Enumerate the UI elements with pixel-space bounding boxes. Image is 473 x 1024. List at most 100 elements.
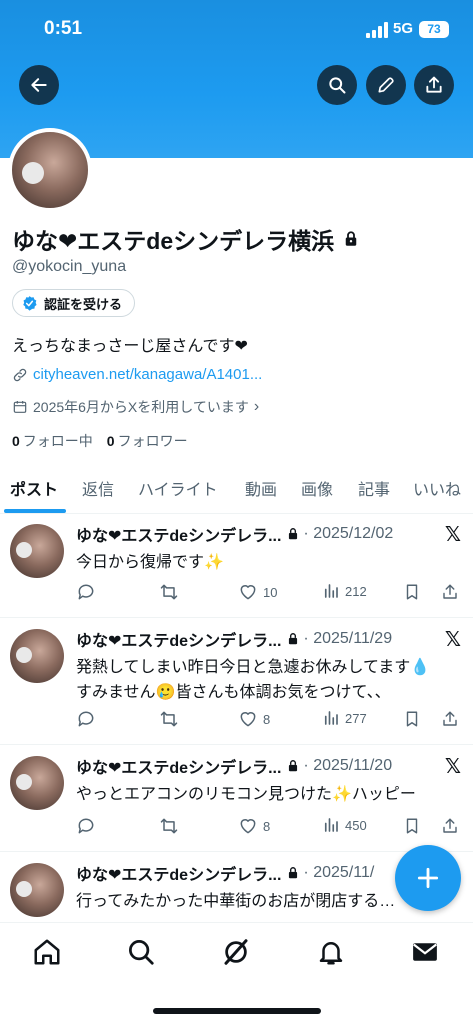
profile-link-text[interactable]: cityheaven.net/kanagawa/A1401... (33, 366, 262, 383)
repost-icon (160, 584, 178, 600)
post-avatar[interactable] (10, 629, 64, 683)
profile-name-row: ゆな❤エステdeシンデレラ横浜 (12, 222, 360, 256)
bookmark-button[interactable] (403, 816, 421, 836)
verified-badge-icon (23, 295, 37, 311)
tab-posts[interactable]: ポスト (10, 476, 58, 500)
bookmark-button[interactable] (403, 582, 421, 602)
home-indicator (153, 1008, 321, 1014)
reply-button[interactable] (76, 582, 96, 602)
like-button[interactable]: 8 (238, 709, 270, 729)
views-count: 450 (345, 817, 367, 833)
share-profile-button[interactable] (414, 65, 454, 105)
bookmark-button[interactable] (403, 709, 421, 729)
reply-button[interactable] (76, 709, 96, 729)
like-button[interactable]: 10 (238, 582, 277, 602)
post-share-button[interactable] (441, 709, 459, 729)
views-button[interactable]: 277 (322, 709, 367, 727)
grok-icon (224, 939, 248, 965)
tab-articles[interactable]: 記事 (358, 476, 390, 500)
post-avatar[interactable] (10, 524, 64, 578)
post-date: · 2025/11/20 (303, 757, 393, 774)
post-date: · 2025/12/02 (303, 525, 394, 542)
search-button[interactable] (317, 65, 357, 105)
profile-avatar[interactable] (8, 128, 92, 212)
share-icon (443, 584, 457, 599)
post-author[interactable]: ゆな❤エステdeシンデレラ... (76, 627, 281, 651)
profile-link[interactable]: cityheaven.net/kanagawa/A1401... (12, 366, 262, 383)
lock-icon (289, 633, 298, 645)
x-logo-icon: 𝕏 (444, 756, 461, 778)
reply-icon (78, 711, 94, 727)
share-icon (426, 76, 442, 93)
repost-button[interactable] (158, 709, 180, 729)
calendar-icon (13, 401, 27, 413)
repost-icon (160, 711, 178, 727)
x-logo-icon: 𝕏 (444, 524, 461, 546)
share-icon (443, 711, 457, 726)
post-author[interactable]: ゆな❤エステdeシンデレラ... (76, 861, 281, 885)
plus-icon (417, 867, 439, 889)
bookmark-icon (406, 584, 418, 600)
like-count: 8 (263, 818, 271, 834)
views-button[interactable]: 212 (322, 582, 367, 600)
views-button[interactable]: 450 (322, 816, 367, 834)
tab-indicator (4, 509, 66, 513)
reply-icon (78, 584, 94, 600)
tab-images[interactable]: 画像 (301, 476, 333, 500)
post-actions: 10 212 (76, 582, 466, 606)
tab-replies[interactable]: 返信 (82, 476, 114, 500)
post-date: · 2025/11/29 (303, 630, 393, 647)
heart-icon (240, 712, 256, 727)
nav-search[interactable] (126, 937, 156, 967)
get-verified-button[interactable]: 認証を受ける (12, 289, 136, 317)
tab-highlights[interactable]: ハイライト (138, 476, 218, 500)
post-share-button[interactable] (441, 816, 459, 836)
post-share-button[interactable] (441, 582, 459, 602)
views-count: 212 (345, 583, 367, 599)
compose-button[interactable] (395, 845, 461, 911)
lock-icon (289, 528, 298, 540)
back-button[interactable] (19, 65, 59, 105)
reply-icon (78, 818, 94, 834)
like-button[interactable]: 8 (238, 816, 270, 836)
followers-label: フォロワー (117, 433, 188, 449)
post-author[interactable]: ゆな❤エステdeシンデレラ... (76, 522, 281, 546)
follow-stats: 0 フォロー中 0 フォロワー (12, 431, 188, 451)
home-icon (34, 939, 60, 965)
post-text: 今日から復帰です✨ (76, 550, 461, 575)
post-item[interactable]: ゆな❤エステdeシンデレラ... · 2025/11/29 𝕏 発熱してしまい昨… (0, 619, 473, 745)
nav-notifications[interactable] (316, 937, 346, 967)
nav-grok[interactable] (221, 937, 251, 967)
reply-button[interactable] (76, 816, 96, 836)
profile-joined[interactable]: 2025年6月からXを利用しています › (12, 397, 259, 417)
edit-button[interactable] (366, 65, 406, 105)
nav-home[interactable] (32, 937, 62, 967)
repost-button[interactable] (158, 816, 180, 836)
post-item[interactable]: ゆな❤エステdeシンデレラ... · 2025/12/02 𝕏 今日から復帰です… (0, 514, 473, 618)
following-link[interactable]: 0 フォロー中 (12, 431, 93, 451)
like-count: 8 (263, 711, 271, 727)
post-text-line: 発熱してしまい昨日今日と急遽お休みしてます💧 (76, 659, 431, 676)
arrow-left-icon (31, 78, 47, 92)
mail-icon (413, 943, 437, 961)
post-text-line: 今日から復帰です✨ (76, 554, 224, 571)
profile-tabs: ポスト 返信 ハイライト 動画 画像 記事 いいね (0, 470, 473, 514)
post-avatar[interactable] (10, 756, 64, 810)
views-icon (324, 711, 338, 725)
post-author[interactable]: ゆな❤エステdeシンデレラ... (76, 754, 281, 778)
views-icon (324, 584, 338, 598)
network-label: 5G (393, 20, 414, 37)
x-logo-icon: 𝕏 (444, 629, 461, 651)
followers-link[interactable]: 0 フォロワー (107, 431, 188, 451)
post-header: ゆな❤エステdeシンデレラ... · 2025/11/20 (76, 754, 436, 778)
nav-messages[interactable] (410, 937, 440, 967)
tab-videos[interactable]: 動画 (245, 476, 277, 500)
views-icon (324, 818, 338, 832)
tab-likes[interactable]: いいね (413, 476, 461, 500)
post-actions: 8 450 (76, 816, 466, 840)
repost-button[interactable] (158, 582, 180, 602)
bookmark-icon (406, 711, 418, 727)
post-item[interactable]: ゆな❤エステdeシンデレラ... · 2025/11/20 𝕏 やっとエアコンの… (0, 746, 473, 852)
like-count: 10 (263, 584, 278, 600)
post-avatar[interactable] (10, 863, 64, 917)
